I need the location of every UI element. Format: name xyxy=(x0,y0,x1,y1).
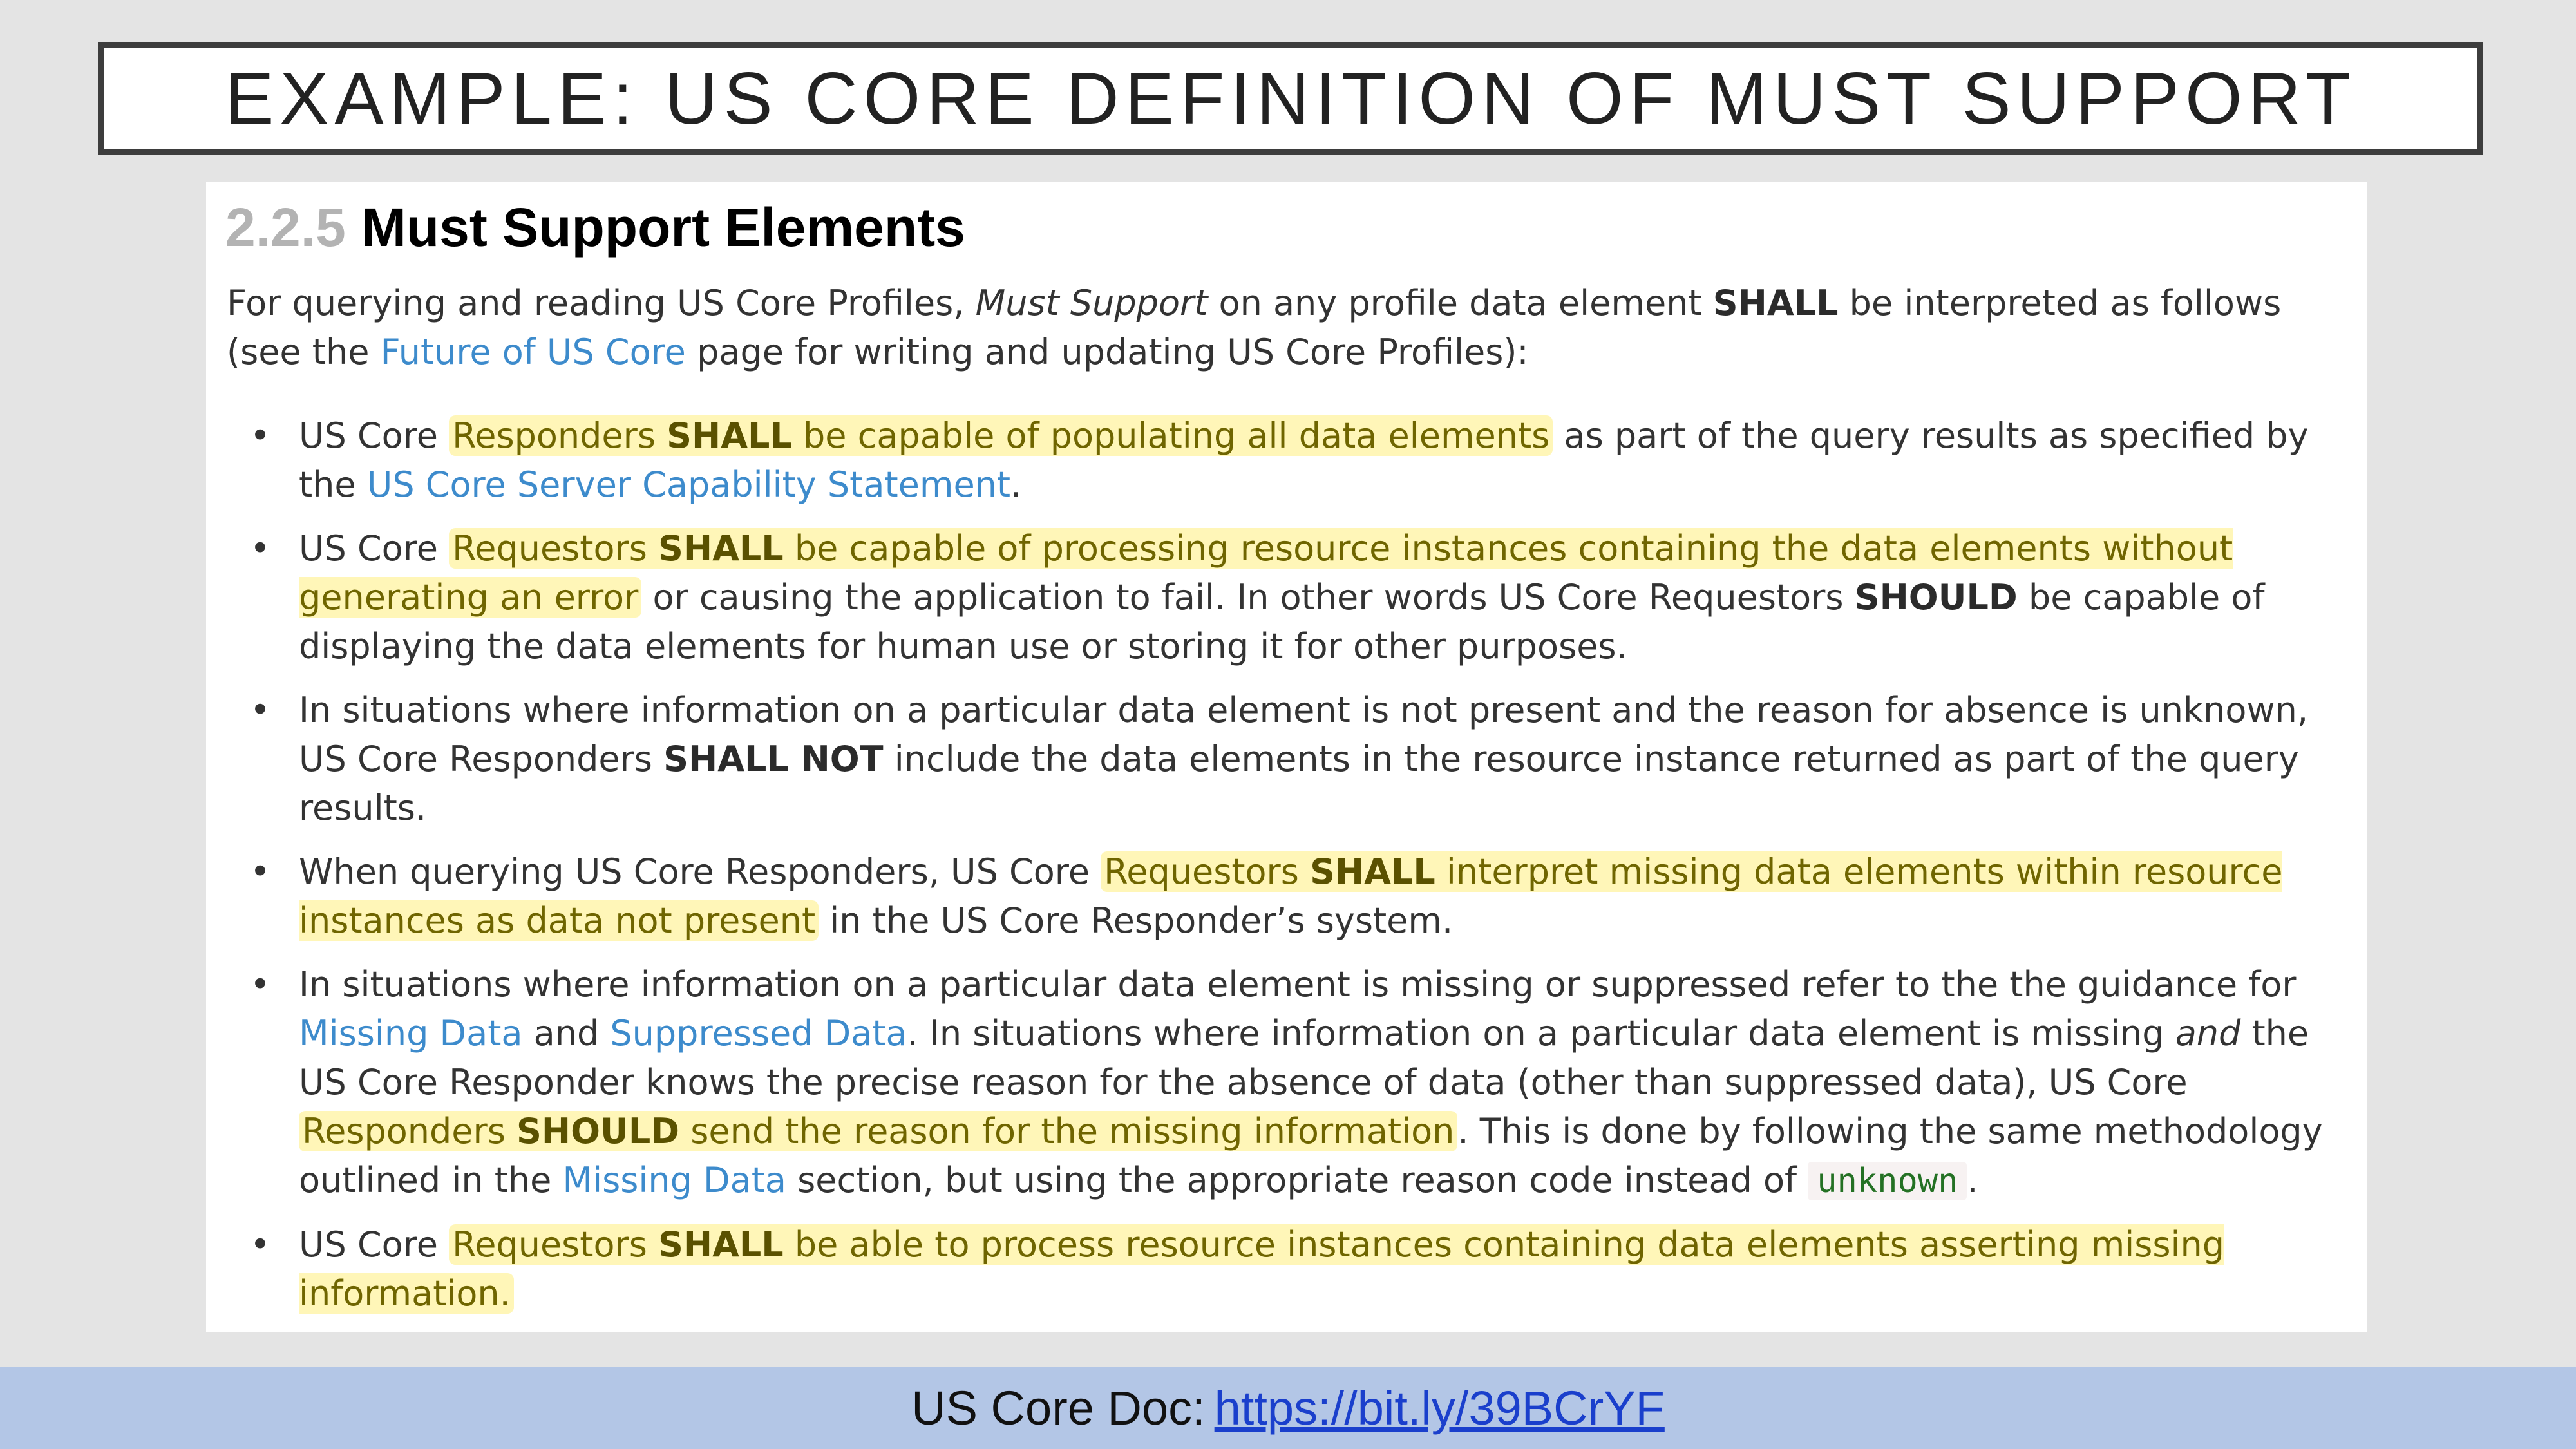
section-number: 2.2.5 xyxy=(225,197,346,258)
footer-bar: US Core Doc: https://bit.ly/39BCrYF xyxy=(0,1367,2576,1449)
section-title: Must Support Elements xyxy=(361,197,965,258)
future-of-us-core-link[interactable]: Future of US Core xyxy=(381,332,686,372)
shall-keyword: SHALL xyxy=(1712,283,1839,323)
list-item: • US Core Requestors SHALL be capable of … xyxy=(227,524,2329,671)
highlight-text: Requestors xyxy=(452,1224,659,1265)
highlighted-text: Responders SHOULD send the reason for th… xyxy=(299,1111,1458,1151)
intro-text: on any profile data element xyxy=(1208,283,1713,323)
shall-keyword: SHALL xyxy=(1310,851,1435,892)
footer-label: US Core Doc: xyxy=(911,1381,1206,1435)
should-keyword: SHOULD xyxy=(516,1111,680,1151)
slide-title-box: EXAMPLE: US CORE DEFINITION OF MUST SUPP… xyxy=(98,42,2483,155)
item-text: US Core xyxy=(299,528,450,569)
shall-keyword: SHALL xyxy=(667,415,792,456)
list-item: • US Core Requestors SHALL be able to pro… xyxy=(227,1220,2329,1318)
highlight-text: Requestors xyxy=(452,528,659,569)
highlight-text: Requestors xyxy=(1104,851,1311,892)
highlighted-text: Responders SHALL be capable of populatin… xyxy=(449,415,1553,456)
slide-title: EXAMPLE: US CORE DEFINITION OF MUST SUPP… xyxy=(225,57,2356,140)
item-text: . xyxy=(1967,1160,1978,1200)
list-item: • US Core Responders SHALL be capable of … xyxy=(227,412,2329,509)
intro-text: page for writing and updating US Core Pr… xyxy=(685,332,1529,372)
intro-text: For querying and reading US Core Profile… xyxy=(227,283,976,323)
item-text: . xyxy=(1010,464,1022,505)
missing-data-link[interactable]: Missing Data xyxy=(299,1013,522,1054)
item-text: In situations where information on a par… xyxy=(299,964,2297,1005)
must-support-emphasis: Must Support xyxy=(975,283,1208,323)
shall-keyword: SHALL xyxy=(658,528,784,569)
item-text: in the US Core Responder’s system. xyxy=(819,900,1454,941)
section-heading: 2.2.5 Must Support Elements xyxy=(225,196,965,259)
shall-keyword: SHALL xyxy=(658,1224,784,1265)
document-screenshot-panel: 2.2.5 Must Support Elements For querying … xyxy=(206,182,2367,1332)
should-keyword: SHOULD xyxy=(1854,577,2018,618)
bullet-icon: • xyxy=(250,1224,270,1265)
item-text: or causing the application to fail. In o… xyxy=(641,577,1855,618)
list-item: • When querying US Core Responders, US Co… xyxy=(227,848,2329,945)
item-text: section, but using the appropriate reaso… xyxy=(786,1160,1808,1200)
list-item: • In situations where information on a pa… xyxy=(227,686,2329,833)
must-support-list: • US Core Responders SHALL be capable of … xyxy=(227,412,2329,1318)
shall-not-keyword: SHALL NOT xyxy=(663,739,884,779)
missing-data-section-link[interactable]: Missing Data xyxy=(563,1160,786,1200)
highlight-text: Responders xyxy=(302,1111,516,1151)
suppressed-data-link[interactable]: Suppressed Data xyxy=(610,1013,907,1054)
bullet-icon: • xyxy=(250,964,270,1005)
item-text: . In situations where information on a p… xyxy=(907,1013,2175,1054)
item-text: and xyxy=(522,1013,611,1054)
bullet-icon: • xyxy=(250,690,270,730)
bullet-icon: • xyxy=(250,415,270,456)
intro-paragraph: For querying and reading US Core Profile… xyxy=(227,279,2329,377)
document-content: For querying and reading US Core Profile… xyxy=(227,279,2329,1333)
item-text: When querying US Core Responders, US Cor… xyxy=(299,851,1101,892)
list-item: • In situations where information on a pa… xyxy=(227,960,2329,1206)
unknown-code: unknown xyxy=(1808,1162,1967,1200)
bullet-icon: • xyxy=(250,528,270,569)
server-capability-statement-link[interactable]: US Core Server Capability Statement xyxy=(367,464,1010,505)
item-text: US Core xyxy=(299,1224,450,1265)
us-core-doc-link[interactable]: https://bit.ly/39BCrYF xyxy=(1215,1381,1665,1435)
item-text: US Core xyxy=(299,415,450,456)
highlight-text: Responders xyxy=(452,415,667,456)
highlighted-text: Requestors SHALL be able to process reso… xyxy=(299,1224,2225,1314)
highlight-text: be capable of populating all data elemen… xyxy=(791,415,1550,456)
and-emphasis: and xyxy=(2175,1013,2241,1054)
highlight-text: send the reason for the missing informat… xyxy=(679,1111,1455,1151)
bullet-icon: • xyxy=(250,851,270,892)
